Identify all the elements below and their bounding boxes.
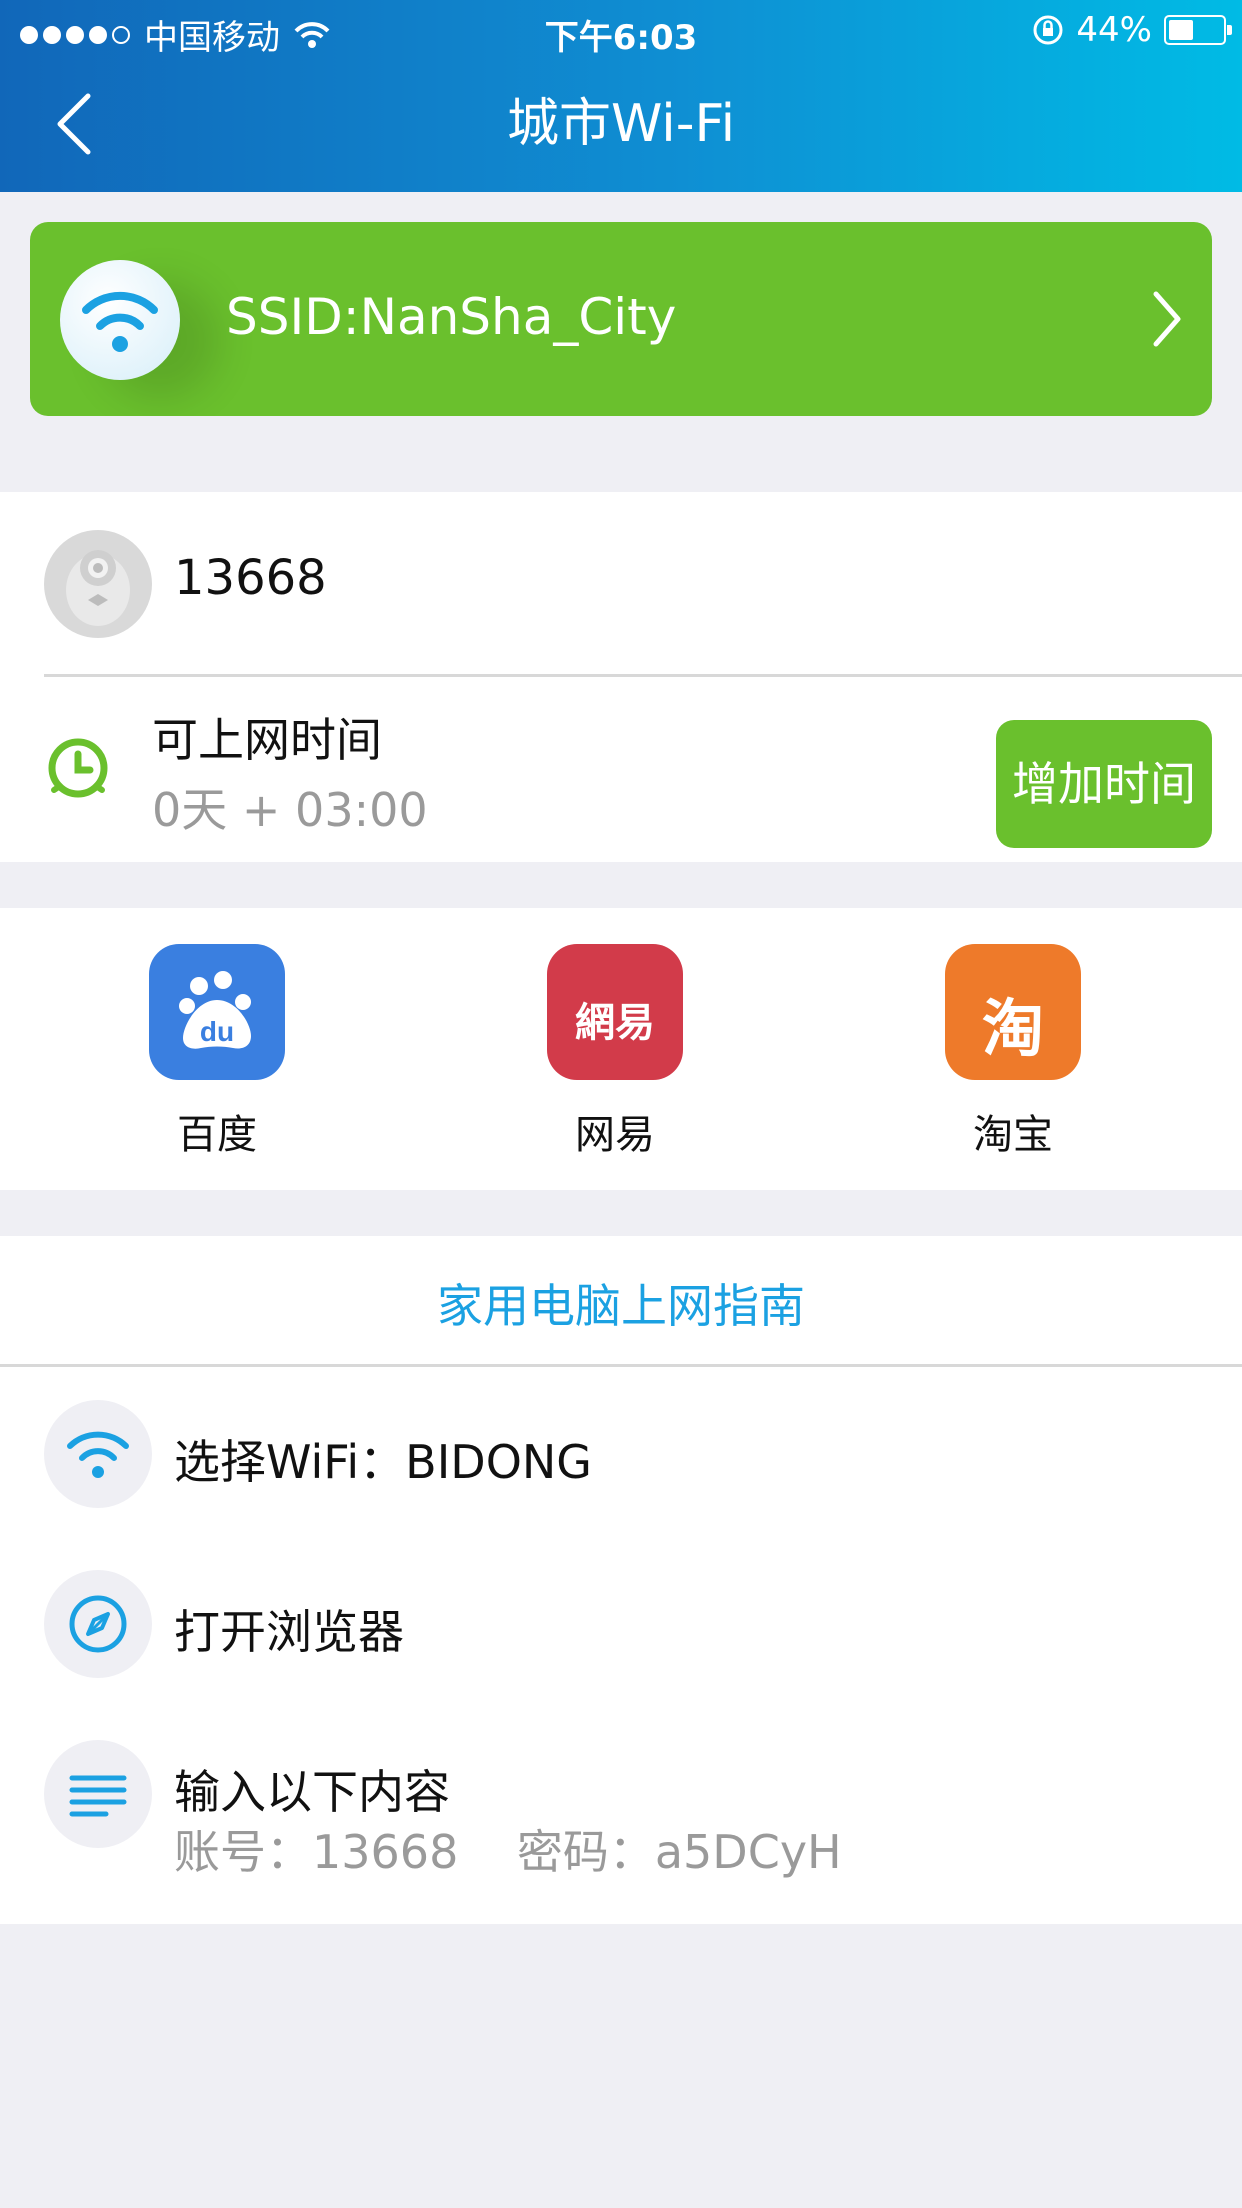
add-time-button[interactable]: 增加时间 (996, 720, 1212, 848)
step-wifi-badge (44, 1400, 152, 1508)
app-taobao[interactable]: 淘 淘宝 (903, 944, 1123, 1160)
row-divider (44, 674, 1242, 677)
avatar (44, 530, 152, 638)
wifi-icon (82, 291, 158, 352)
account-section: 13668 可上网时间 0天 + 03:00 增加时间 (0, 492, 1242, 862)
baidu-icon: du (149, 944, 285, 1080)
user-id: 13668 (174, 550, 327, 606)
netease-icon: 網易 (547, 944, 683, 1080)
compass-icon (69, 1595, 127, 1653)
nav-header: 中国移动 下午6:03 44% 城市Wi-Fi (0, 0, 1242, 192)
wifi-badge (60, 260, 180, 380)
battery-percentage: 44% (1076, 10, 1152, 50)
rotation-lock-icon (1033, 15, 1063, 45)
wifi-icon (67, 1431, 129, 1478)
app-name: 淘宝 (973, 1112, 1053, 1158)
avatar-robot-icon (66, 550, 130, 626)
chevron-right-icon (1153, 291, 1181, 347)
taobao-icon: 淘 (945, 944, 1081, 1080)
quick-links-section: du 百度 網易 网易 淘 淘宝 (0, 908, 1242, 1190)
clock-icon (48, 738, 108, 798)
step-select-wifi: 选择WiFi：BIDONG (174, 1435, 592, 1489)
step-open-browser: 打开浏览器 (174, 1605, 404, 1659)
app-netease[interactable]: 網易 网易 (505, 944, 725, 1160)
online-time-value: 0天 + 03:00 (152, 783, 428, 837)
guide-divider (0, 1364, 1242, 1367)
app-name: 网易 (575, 1112, 655, 1158)
page-title: 城市Wi-Fi (506, 94, 736, 154)
step-input-badge (44, 1740, 152, 1848)
app-baidu[interactable]: du 百度 (107, 944, 327, 1160)
guide-title[interactable]: 家用电脑上网指南 (0, 1270, 1242, 1336)
status-bar: 中国移动 下午6:03 44% (0, 0, 1242, 60)
credentials-text: 账号：13668 密码：a5DCyH (174, 1825, 842, 1879)
ssid-card[interactable]: SSID:NanSha_City (30, 222, 1212, 416)
svg-text:du: du (200, 1016, 234, 1047)
battery-icon (1164, 15, 1232, 45)
step-browser-badge (44, 1570, 152, 1678)
online-time-label: 可上网时间 (152, 713, 382, 767)
guide-section: 家用电脑上网指南 选择WiFi：BIDONG 打开浏览器 输入以下内容 账号：1… (0, 1236, 1242, 1924)
ssid-label: SSID:NanSha_City (226, 288, 677, 346)
text-lines-icon (69, 1775, 127, 1817)
app-name: 百度 (177, 1112, 257, 1158)
step-enter-content: 输入以下内容 (174, 1765, 450, 1819)
